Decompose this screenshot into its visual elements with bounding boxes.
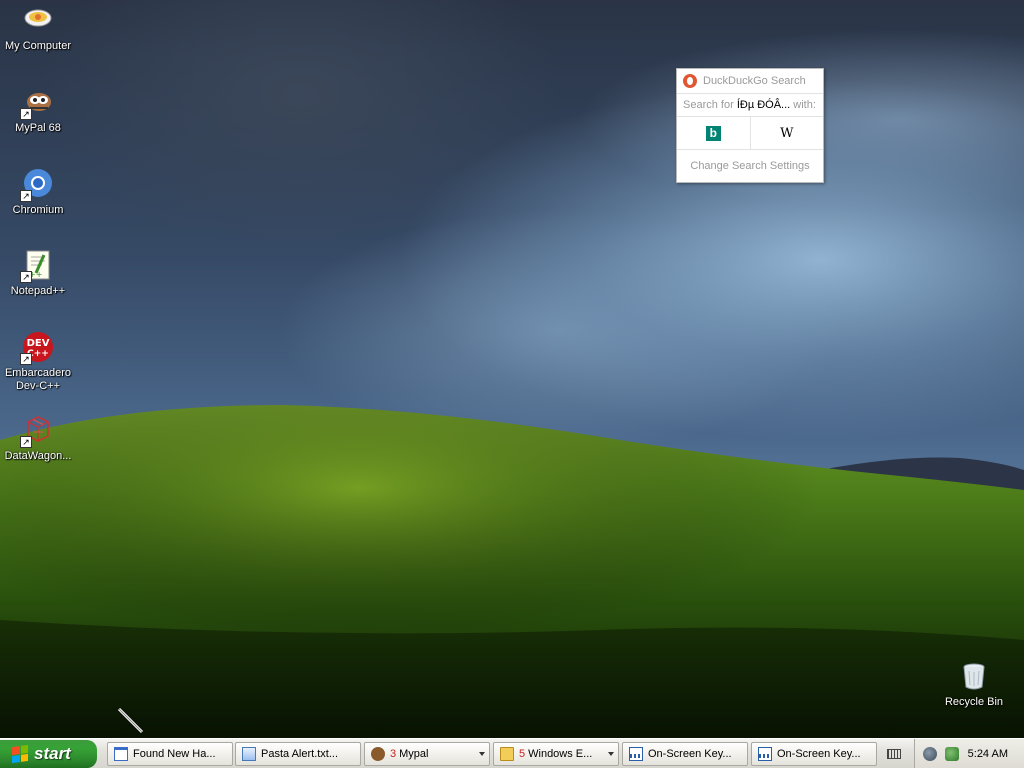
keyboard-icon	[629, 747, 643, 761]
desktop-icon-label: MyPal 68	[15, 122, 61, 134]
keyboard-icon	[887, 749, 901, 759]
desktop-icon-my-computer[interactable]: My Computer	[0, 4, 76, 53]
recycle-bin-icon	[958, 660, 990, 692]
ddg-engine-list: b W	[677, 117, 823, 150]
datawagon-icon: ↗	[20, 414, 54, 448]
svg-text:DEV: DEV	[27, 338, 50, 349]
desktop-icon-label: Chromium	[12, 204, 64, 216]
taskbar-group-windows-explorer[interactable]: 5 Windows E...	[493, 742, 619, 766]
system-tray: 5:24 AM	[914, 739, 1024, 768]
start-button[interactable]: start	[0, 740, 97, 768]
my-computer-icon	[22, 4, 54, 36]
desktop-icon-mypal[interactable]: ↗ MyPal 68	[0, 86, 76, 135]
desktop: My Computer ↗ MyPal 68 ↗ Chromium ++ ↗ N…	[0, 0, 1024, 738]
desktop-icon-label: Recycle Bin	[944, 696, 1004, 708]
keyboard-icon	[758, 747, 772, 761]
desktop-icon-chromium[interactable]: ↗ Chromium	[0, 168, 76, 217]
ddg-search-popup: DuckDuckGo Search Search for ÍÐµ ÐÓÂ... …	[676, 68, 824, 183]
ddg-search-prefix: Search for	[683, 99, 734, 111]
dropdown-arrow-icon	[608, 752, 614, 756]
taskbar-button-label: Pasta Alert.txt...	[261, 748, 339, 760]
ddg-search-suffix: with:	[793, 99, 816, 111]
wikipedia-icon: W	[780, 125, 794, 141]
wallpaper-hills	[0, 405, 1024, 738]
shortcut-arrow-icon: ↗	[20, 271, 32, 283]
mypal-icon: ↗	[20, 86, 54, 120]
taskbar-button-label: Mypal	[399, 748, 429, 760]
duckduckgo-logo-icon	[683, 74, 697, 88]
shortcut-arrow-icon: ↗	[20, 436, 32, 448]
taskbar-button-on-screen-keyboard-1[interactable]: On-Screen Key...	[622, 742, 748, 766]
desktop-icon-label: Embarcadero Dev-C++	[4, 367, 72, 392]
ddg-engine-bing-button[interactable]: b	[677, 117, 750, 149]
mypal-icon	[371, 747, 385, 761]
network-tray-icon[interactable]	[945, 746, 959, 761]
desktop-icon-datawagon[interactable]: ↗ DataWagon...	[0, 414, 76, 463]
desktop-icon-recycle-bin[interactable]: Recycle Bin	[936, 660, 1012, 709]
window-icon	[114, 747, 128, 761]
dropdown-arrow-icon	[479, 752, 485, 756]
pen-cursor-icon	[117, 707, 144, 734]
folder-icon	[500, 747, 514, 761]
notepad-icon	[242, 747, 256, 761]
ddg-popup-header: DuckDuckGo Search	[677, 69, 823, 94]
ddg-engine-wikipedia-button[interactable]: W	[749, 117, 824, 149]
tray-clock[interactable]: 5:24 AM	[968, 748, 1008, 760]
ddg-query-text: ÍÐµ ÐÓÂ...	[736, 99, 791, 111]
taskbar-button-pasta-alert[interactable]: Pasta Alert.txt...	[235, 742, 361, 766]
taskbar-group-count: 3	[390, 748, 397, 760]
language-bar-keyboard-button[interactable]	[884, 744, 904, 764]
desktop-icon-dev-cpp[interactable]: DEV C++ ↗ Embarcadero Dev-C++	[0, 331, 76, 393]
notepad-plus-plus-icon: ++ ↗	[20, 249, 54, 283]
desktop-icon-label: My Computer	[4, 40, 72, 52]
shortcut-arrow-icon: ↗	[20, 353, 32, 365]
ddg-change-settings-link[interactable]: Change Search Settings	[677, 150, 823, 182]
chromium-icon: ↗	[20, 168, 54, 202]
security-shield-tray-icon[interactable]	[923, 746, 937, 761]
taskbar: start Found New Ha... Pasta Alert.txt...…	[0, 738, 1024, 768]
taskbar-button-label: On-Screen Key...	[777, 748, 861, 760]
dev-cpp-icon: DEV C++ ↗	[20, 331, 54, 365]
taskbar-group-mypal[interactable]: 3 Mypal	[364, 742, 490, 766]
ddg-query-row: Search for ÍÐµ ÐÓÂ... with:	[677, 94, 823, 117]
desktop-icon-label: DataWagon...	[4, 450, 72, 462]
shortcut-arrow-icon: ↗	[20, 190, 32, 202]
taskbar-button-label: On-Screen Key...	[648, 748, 732, 760]
desktop-icon-label: Notepad++	[10, 285, 66, 297]
taskbar-button-found-new-hardware[interactable]: Found New Ha...	[107, 742, 233, 766]
shortcut-arrow-icon: ↗	[20, 108, 32, 120]
desktop-icon-notepad-plus-plus[interactable]: ++ ↗ Notepad++	[0, 249, 76, 298]
taskbar-button-label: Found New Ha...	[133, 748, 216, 760]
bing-icon: b	[705, 125, 721, 141]
ddg-popup-title: DuckDuckGo Search	[703, 75, 806, 87]
taskbar-button-label: Windows E...	[528, 748, 593, 760]
start-label: start	[34, 744, 71, 763]
taskbar-group-count: 5	[519, 748, 526, 760]
windows-flag-icon	[12, 744, 28, 764]
taskbar-button-on-screen-keyboard-2[interactable]: On-Screen Key...	[751, 742, 877, 766]
